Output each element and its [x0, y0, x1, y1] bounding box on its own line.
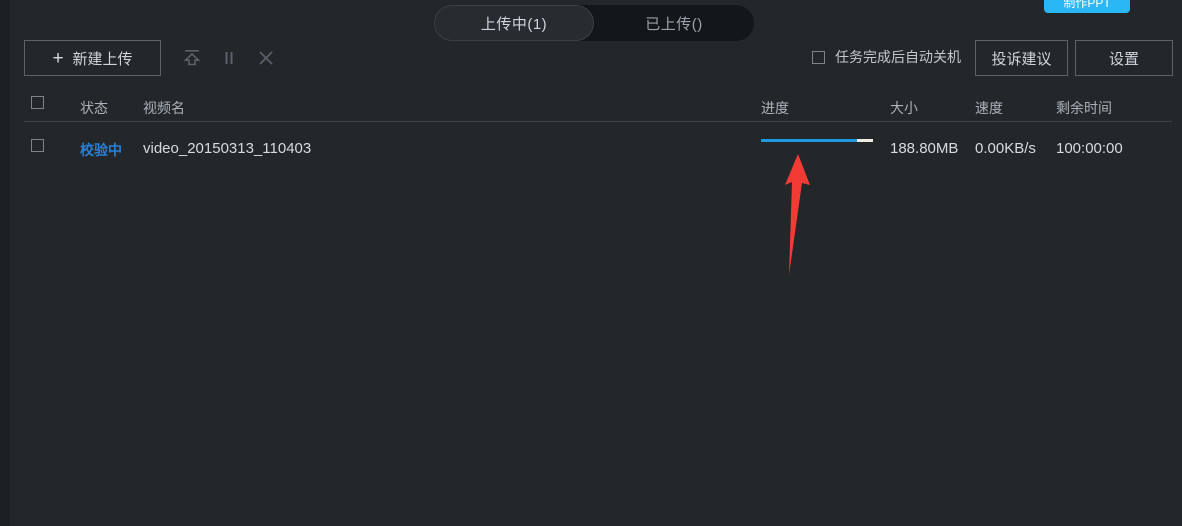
promo-badge[interactable]: 制作PPT [1044, 0, 1130, 13]
uploader-window: 制作PPT 上传中(1) 已上传() + 新建上传 任务完成后自动关机 投诉建议… [0, 0, 1182, 526]
header-size: 大小 [890, 100, 918, 116]
toolbar: + 新建上传 任务完成后自动关机 投诉建议 设置 [0, 38, 1182, 78]
window-left-edge [0, 0, 10, 526]
header-status: 状态 [80, 100, 108, 116]
auto-shutdown-option[interactable]: 任务完成后自动关机 [812, 47, 961, 67]
table-body: 校验中 video_20150313_110403 188.80MB 0.00K… [0, 133, 1182, 164]
close-icon [255, 47, 277, 69]
row-progress-bar [761, 139, 873, 142]
plus-icon: + [52, 47, 64, 69]
header-video-name: 视频名 [143, 100, 185, 116]
pause-upload-button[interactable] [215, 44, 243, 72]
header-progress: 进度 [761, 100, 789, 116]
promo-badge-label: 制作PPT [1063, 0, 1111, 10]
tab-uploading-label: 上传中(1) [480, 15, 548, 33]
new-upload-label: 新建上传 [72, 50, 133, 68]
select-all-checkbox[interactable] [31, 96, 44, 109]
row-checkbox[interactable] [31, 139, 44, 152]
header-speed: 速度 [975, 100, 1003, 116]
row-speed: 0.00KB/s [975, 140, 1036, 157]
table-header-divider [24, 121, 1172, 122]
table-header-row: 状态 视频名 进度 大小 速度 剩余时间 [0, 90, 1182, 121]
row-progress-fill [761, 139, 858, 142]
feedback-button[interactable]: 投诉建议 [975, 40, 1068, 76]
feedback-label: 投诉建议 [991, 50, 1052, 68]
auto-shutdown-label: 任务完成后自动关机 [835, 49, 961, 65]
table-row[interactable]: 校验中 video_20150313_110403 188.80MB 0.00K… [0, 133, 1182, 164]
auto-shutdown-checkbox[interactable] [812, 50, 825, 64]
new-upload-button[interactable]: + 新建上传 [24, 40, 161, 76]
header-remaining: 剩余时间 [1056, 100, 1112, 116]
row-status: 校验中 [80, 142, 122, 158]
row-video-name: video_20150313_110403 [143, 140, 312, 157]
tab-uploaded-label: 已上传() [645, 15, 703, 33]
row-size: 188.80MB [890, 140, 959, 157]
settings-button[interactable]: 设置 [1075, 40, 1173, 76]
annotation-arrow [765, 152, 825, 277]
upload-icon [181, 47, 203, 69]
row-remaining: 100:00:00 [1056, 140, 1123, 157]
upload-tabs: 上传中(1) 已上传() [434, 5, 754, 41]
pause-icon [218, 47, 240, 69]
cancel-upload-button[interactable] [252, 44, 280, 72]
tab-uploading[interactable]: 上传中(1) [434, 5, 594, 41]
tab-uploaded[interactable]: 已上传() [594, 5, 754, 41]
start-upload-button[interactable] [178, 44, 206, 72]
settings-label: 设置 [1108, 50, 1139, 68]
upload-table: 状态 视频名 进度 大小 速度 剩余时间 [0, 90, 1182, 121]
